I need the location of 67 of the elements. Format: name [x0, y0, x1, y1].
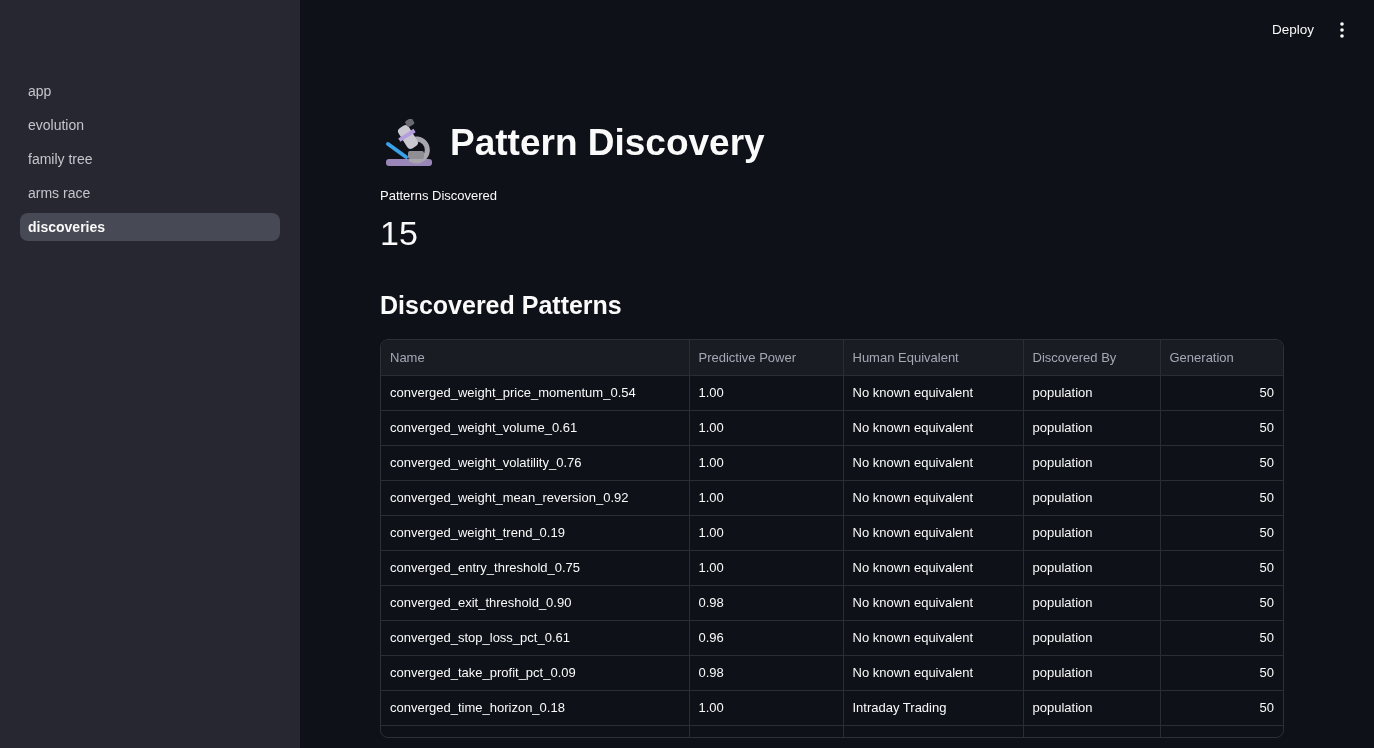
column-header[interactable]: Name [381, 340, 689, 375]
table-cell: converged_weight_mean_reversion_0.92 [381, 480, 689, 515]
table-cell: population [1023, 585, 1160, 620]
table-cell: converged_entry_threshold_0.75 [381, 550, 689, 585]
table-cell: No known equivalent [843, 655, 1023, 690]
table-cell: No known equivalent [843, 550, 1023, 585]
table-cell: converged_weight_volume_0.61 [381, 410, 689, 445]
table-cell: population [1023, 445, 1160, 480]
column-header[interactable]: Predictive Power [689, 340, 843, 375]
table-cell: population [1023, 690, 1160, 725]
table-cell: 1.00 [689, 445, 843, 480]
table-cell: Intraday Trading [843, 690, 1023, 725]
sidebar-nav-link[interactable]: app [20, 77, 280, 105]
table-cell: 50 [1160, 550, 1283, 585]
table-cell: No known equivalent [843, 445, 1023, 480]
sidebar-nav-link[interactable]: discoveries [20, 213, 280, 241]
table-cell: 50 [1160, 585, 1283, 620]
table-cell: converged_weight_price_momentum_0.54 [381, 375, 689, 410]
table-cell: converged_weight_volatility_0.76 [381, 445, 689, 480]
table-cell: converged_stop_loss_pct_0.61 [381, 620, 689, 655]
sidebar-nav-link[interactable]: evolution [20, 111, 280, 139]
metric-label: Patterns Discovered [380, 187, 499, 205]
column-header[interactable]: Human Equivalent [843, 340, 1023, 375]
sidebar-nav-link[interactable]: arms race [20, 179, 280, 207]
table-cell: 1.00 [689, 515, 843, 550]
microscope-icon [384, 119, 434, 167]
table-cell: converged_take_profit_pct_0.09 [381, 655, 689, 690]
table-cell: 50 [1160, 620, 1283, 655]
table-cell: population [1023, 375, 1160, 410]
table-cell: No known equivalent [843, 410, 1023, 445]
table-cell: 1.00 [689, 375, 843, 410]
table-cell: 50 [1160, 480, 1283, 515]
table-cell: 0.96 [689, 620, 843, 655]
table-cell: 50 [1160, 690, 1283, 725]
table-cell: 1.00 [689, 690, 843, 725]
column-header[interactable]: Discovered By [1023, 340, 1160, 375]
table-cell: population [1023, 480, 1160, 515]
page-title: Pattern Discovery [450, 121, 765, 165]
table-cell: No known equivalent [843, 375, 1023, 410]
menu-icon [1340, 22, 1344, 38]
table-cell: population [1023, 515, 1160, 550]
section-heading: Discovered Patterns [380, 290, 623, 321]
table-cell: No known equivalent [843, 480, 1023, 515]
table-cell: 1.00 [689, 410, 843, 445]
table-cell: population [1023, 550, 1160, 585]
metric-value: 15 [380, 213, 419, 254]
table-cell: 50 [1160, 515, 1283, 550]
table-cell: 50 [1160, 655, 1283, 690]
table-cell: 1.00 [689, 480, 843, 515]
table-cell: 1.00 [689, 550, 843, 585]
table-cell: population [1023, 410, 1160, 445]
table-cell: 50 [1160, 445, 1283, 480]
table-cell: converged_time_horizon_0.18 [381, 690, 689, 725]
sidebar-nav-link[interactable]: family tree [20, 145, 280, 173]
table-cell: No known equivalent [843, 515, 1023, 550]
table-cell: converged_weight_trend_0.19 [381, 515, 689, 550]
table-cell: 0.98 [689, 585, 843, 620]
deploy-button[interactable]: Deploy [1265, 15, 1320, 45]
table-cell: No known equivalent [843, 620, 1023, 655]
table-cell: 0.98 [689, 655, 843, 690]
column-header[interactable]: Generation [1160, 340, 1283, 375]
table-cell: population [1023, 620, 1160, 655]
table-cell: population [1023, 655, 1160, 690]
table-cell: 50 [1160, 410, 1283, 445]
table-cell: No known equivalent [843, 585, 1023, 620]
table-cell: converged_exit_threshold_0.90 [381, 585, 689, 620]
table-cell: 50 [1160, 375, 1283, 410]
